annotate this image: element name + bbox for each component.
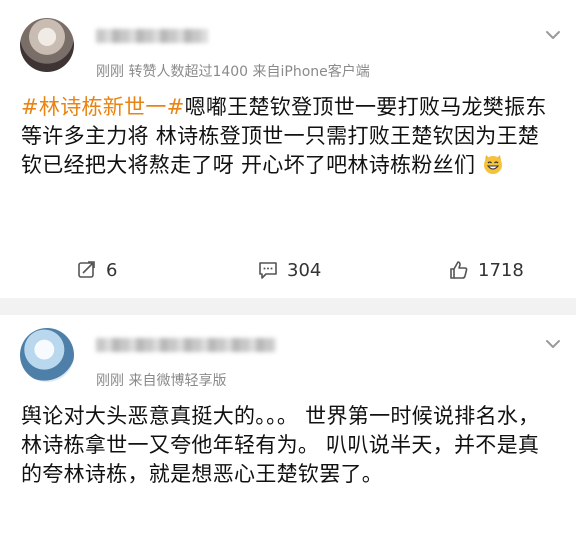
cat-grin-icon <box>484 155 503 174</box>
hashtag-link[interactable]: #林诗栋新世一# <box>21 95 185 119</box>
action-bar: 6 304 1718 <box>0 253 576 287</box>
repost-button[interactable]: 6 <box>76 253 117 287</box>
weibo-post-1: 刚刚 转赞人数超过1400 来自iPhone客户端 #林诗栋新世一#嗯嘟王楚钦登… <box>0 0 576 298</box>
comment-count: 304 <box>287 259 322 281</box>
comment-icon <box>259 262 277 279</box>
chevron-down-icon[interactable] <box>542 333 564 355</box>
post-separator <box>0 298 576 315</box>
post-meta: 刚刚 转赞人数超过1400 来自iPhone客户端 <box>96 64 370 80</box>
like-button[interactable]: 1718 <box>448 253 524 287</box>
weibo-post-2: 刚刚 来自微博轻享版 舆论对大头恶意真挺大的。。。 世界第一时候说排名水，林诗栋… <box>0 315 576 537</box>
username-blurred[interactable] <box>96 29 208 43</box>
avatar[interactable] <box>20 18 74 72</box>
post-body: #林诗栋新世一#嗯嘟王楚钦登顶世一要打败马龙樊振东等许多主力将 林诗栋登顶世一只… <box>21 93 556 180</box>
thumbs-up-icon <box>450 261 468 279</box>
post-body: 舆论对大头恶意真挺大的。。。 世界第一时候说排名水，林诗栋拿世一又夸他年轻有为。… <box>21 404 540 486</box>
repost-count: 6 <box>106 259 118 281</box>
comment-button[interactable]: 304 <box>257 253 321 287</box>
avatar[interactable] <box>20 328 74 382</box>
repost-icon <box>78 261 95 278</box>
like-count: 1718 <box>478 259 524 281</box>
username-blurred[interactable] <box>96 338 276 352</box>
post-meta: 刚刚 来自微博轻享版 <box>96 373 227 389</box>
chevron-down-icon[interactable] <box>542 24 564 46</box>
